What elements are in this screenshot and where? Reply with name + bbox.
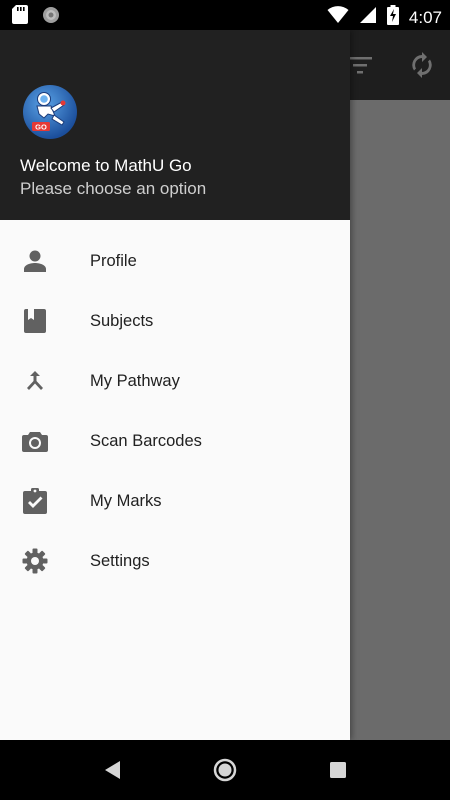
- menu-item-label: My Pathway: [90, 372, 180, 390]
- gear-icon: [22, 548, 48, 574]
- home-button[interactable]: [213, 758, 237, 782]
- person-icon: [22, 248, 48, 274]
- back-button[interactable]: [102, 758, 126, 782]
- wifi-icon: [327, 6, 349, 29]
- menu-item-profile[interactable]: Profile: [0, 230, 350, 290]
- clipboard-check-icon: [22, 488, 48, 514]
- navigation-drawer: GO Welcome to MathU Go Please choose an …: [0, 30, 350, 740]
- menu-item-subjects[interactable]: Subjects: [0, 290, 350, 350]
- menu-item-label: Profile: [90, 252, 137, 270]
- drawer-menu: Profile Subjects My Pathway Scan Barcode…: [0, 220, 350, 590]
- drawer-title: Welcome to MathU Go: [20, 156, 192, 175]
- status-bar: 4:07: [0, 0, 450, 30]
- recents-button[interactable]: [328, 758, 352, 782]
- menu-item-label: Settings: [90, 552, 150, 570]
- menu-item-scan-barcodes[interactable]: Scan Barcodes: [0, 410, 350, 470]
- camera-icon: [22, 428, 48, 454]
- book-icon: [22, 308, 48, 334]
- screen: 4:07 GO Welcome to MathU Go Please choos…: [0, 0, 450, 800]
- menu-item-label: Subjects: [90, 312, 154, 330]
- sd-card-icon: [12, 5, 28, 29]
- app-logo: GO: [22, 84, 78, 140]
- drawer-subtitle: Please choose an option: [20, 179, 207, 198]
- refresh-icon[interactable]: [410, 52, 434, 83]
- drawer-header: GO Welcome to MathU Go Please choose an …: [0, 30, 350, 220]
- menu-item-my-marks[interactable]: My Marks: [0, 470, 350, 530]
- battery-charging-icon: [386, 5, 399, 30]
- status-time: 4:07: [408, 7, 442, 27]
- cellular-signal-icon: [359, 6, 377, 29]
- sync-circle-icon: [42, 6, 60, 29]
- menu-item-settings[interactable]: Settings: [0, 530, 350, 590]
- system-nav-bar: [0, 740, 450, 800]
- menu-item-label: Scan Barcodes: [90, 432, 202, 450]
- menu-item-my-pathway[interactable]: My Pathway: [0, 350, 350, 410]
- logo-go-text: GO: [35, 122, 47, 131]
- menu-item-label: My Marks: [90, 492, 162, 510]
- filter-icon[interactable]: [348, 55, 372, 80]
- merge-arrow-icon: [22, 368, 48, 394]
